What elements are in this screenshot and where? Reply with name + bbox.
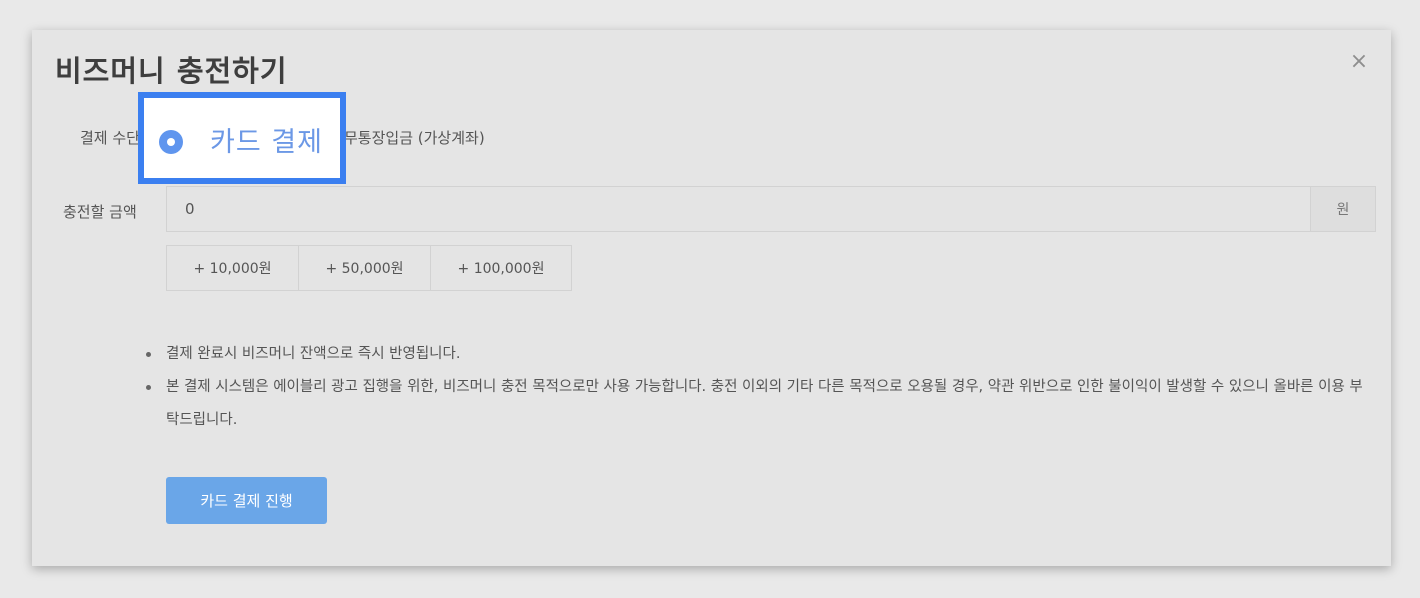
payment-method-label: 결제 수단 [80,129,140,147]
amount-field-group: 원 [166,186,1376,232]
payment-option-bank-transfer[interactable]: 무통장입금 (가상계좌) [344,127,485,148]
amount-input[interactable] [167,187,1310,231]
payment-option-card-label: 카드 결제 [210,127,323,158]
modal-title: 비즈머니 충전하기 [55,54,288,88]
card-payment-submit-button[interactable]: 카드 결제 진행 [166,477,327,524]
close-icon[interactable]: × [1347,50,1371,74]
payment-option-card[interactable]: 카드 결제 [138,92,346,184]
amount-label: 충전할 금액 [63,203,137,221]
add-100000-button[interactable]: + 100,000원 [431,246,571,290]
quick-amount-group: + 10,000원 + 50,000원 + 100,000원 [166,245,572,291]
amount-unit: 원 [1310,187,1375,231]
notice-item: 본 결제 시스템은 에이블리 광고 집행을 위한, 비즈머니 충전 목적으로만 … [144,371,1374,437]
add-50000-button[interactable]: + 50,000원 [299,246,431,290]
add-10000-button[interactable]: + 10,000원 [167,246,299,290]
radio-selected-icon[interactable] [159,130,183,154]
notice-list: 결제 완료시 비즈머니 잔액으로 즉시 반영됩니다. 본 결제 시스템은 에이블… [144,338,1374,437]
notice-item: 결제 완료시 비즈머니 잔액으로 즉시 반영됩니다. [144,338,1374,371]
